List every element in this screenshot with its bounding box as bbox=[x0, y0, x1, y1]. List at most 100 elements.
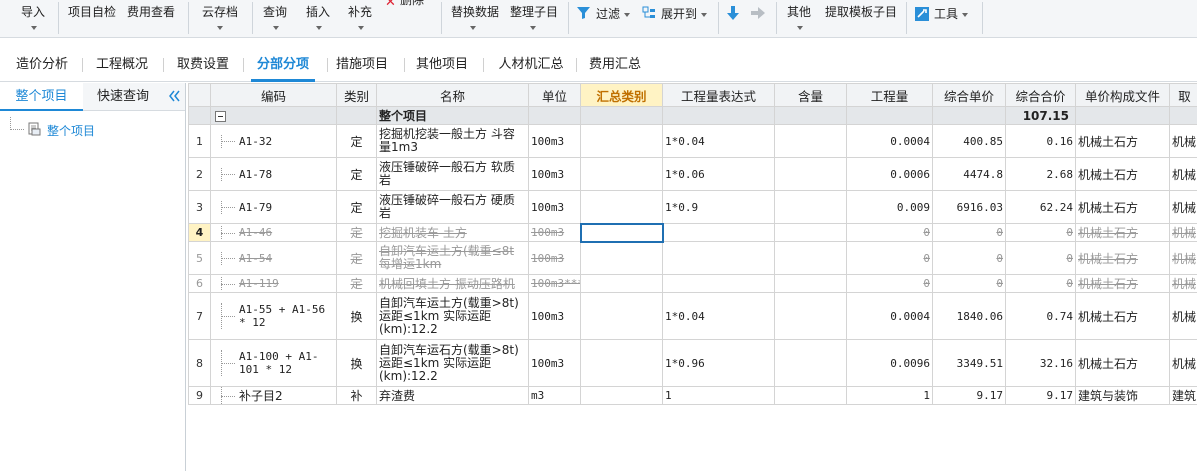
total-price-cell[interactable]: 9.17 bbox=[1005, 386, 1076, 405]
tab-fee-summary[interactable]: 费用汇总 bbox=[581, 48, 649, 82]
tab-fee-settings[interactable]: 取费设置 bbox=[169, 48, 237, 82]
fee-cell[interactable]: 机械 bbox=[1169, 223, 1197, 242]
price-file-cell[interactable]: 建筑与装饰 bbox=[1075, 386, 1170, 405]
name-cell[interactable]: 挖掘机装车 土方 bbox=[376, 223, 529, 242]
table-row-disabled[interactable]: 6 A1-119 定 机械回填土方 振动压路机 100m3*** 0 0 0 机… bbox=[188, 274, 1197, 293]
code-cell[interactable]: A1-119 bbox=[210, 274, 337, 293]
unit-price-cell[interactable]: 0 bbox=[932, 223, 1006, 242]
code-cell[interactable]: A1-32 bbox=[210, 124, 337, 158]
total-price-cell[interactable]: 0 bbox=[1005, 274, 1076, 293]
unit-cell[interactable] bbox=[528, 106, 581, 125]
content-cell[interactable] bbox=[774, 223, 847, 242]
unit-price-cell[interactable]: 400.85 bbox=[932, 124, 1006, 158]
unit-cell[interactable]: 100m3 bbox=[528, 124, 581, 158]
summary-category-cell[interactable] bbox=[580, 274, 663, 293]
quantity-cell[interactable]: 0.0004 bbox=[846, 292, 933, 340]
table-row[interactable]: 7 A1-55 + A1-56 * 12 换 自卸汽车运土方(载重>8t) 运距… bbox=[188, 292, 1197, 340]
price-file-cell[interactable]: 机械土石方 bbox=[1075, 124, 1170, 158]
price-file-cell[interactable]: 机械土石方 bbox=[1075, 274, 1170, 293]
code-cell[interactable]: A1-79 bbox=[210, 190, 337, 224]
quantity-cell[interactable]: 0.009 bbox=[846, 190, 933, 224]
expand-to-button[interactable]: 展开到 bbox=[661, 6, 708, 22]
name-cell[interactable]: 自卸汽车运土方(载重>8t) 运距≤1km 实际运距(km):12.2 bbox=[376, 292, 529, 340]
replace-data-button[interactable]: 替换数据 bbox=[451, 4, 499, 20]
expression-cell[interactable] bbox=[662, 241, 775, 275]
table-row[interactable]: 9 补子目2 补 弃渣费 m3 1 1 9.17 9.17 建筑与装饰 建筑 bbox=[188, 386, 1197, 405]
unit-price-cell[interactable]: 1840.06 bbox=[932, 292, 1006, 340]
column-header-quantity-expression[interactable]: 工程量表达式 bbox=[662, 83, 775, 107]
cloud-save-button[interactable]: 云存档 bbox=[202, 4, 238, 20]
fee-cell[interactable]: 机械 bbox=[1169, 292, 1197, 340]
price-file-cell[interactable]: 机械土石方 bbox=[1075, 157, 1170, 191]
unit-price-cell[interactable]: 0 bbox=[932, 241, 1006, 275]
code-cell[interactable]: A1-78 bbox=[210, 157, 337, 191]
type-cell[interactable]: 定 bbox=[336, 223, 377, 242]
chevron-down-icon[interactable] bbox=[470, 26, 476, 30]
expression-cell[interactable] bbox=[662, 223, 775, 242]
total-price-cell[interactable]: 62.24 bbox=[1005, 190, 1076, 224]
row-number-header[interactable] bbox=[188, 83, 211, 107]
expression-cell[interactable]: 1*0.96 bbox=[662, 339, 775, 387]
unit-cell[interactable]: m3 bbox=[528, 386, 581, 405]
name-cell[interactable]: 自卸汽车运石方(载重>8t) 运距≤1km 实际运距(km):12.2 bbox=[376, 339, 529, 387]
unit-price-cell[interactable] bbox=[932, 106, 1006, 125]
collapse-icon[interactable] bbox=[166, 87, 182, 105]
chevron-down-icon[interactable] bbox=[797, 26, 803, 30]
total-price-cell[interactable]: 107.15 bbox=[1005, 106, 1076, 125]
chevron-down-icon[interactable] bbox=[217, 26, 223, 30]
unit-cell[interactable]: 100m3 bbox=[528, 223, 581, 242]
type-cell[interactable]: 换 bbox=[336, 339, 377, 387]
delete-button[interactable]: 删除 bbox=[400, 0, 424, 8]
column-header-quantity[interactable]: 工程量 bbox=[846, 83, 933, 107]
unit-cell[interactable]: 100m3 bbox=[528, 339, 581, 387]
expression-cell[interactable]: 1*0.06 bbox=[662, 157, 775, 191]
fee-cell[interactable]: 机械 bbox=[1169, 157, 1197, 191]
content-cell[interactable] bbox=[774, 292, 847, 340]
unit-price-cell[interactable]: 0 bbox=[932, 274, 1006, 293]
name-cell[interactable]: 弃渣费 bbox=[376, 386, 529, 405]
fee-view-button[interactable]: 费用查看 bbox=[127, 4, 175, 20]
summary-category-cell[interactable] bbox=[580, 241, 663, 275]
unit-cell[interactable]: 100m3 bbox=[528, 190, 581, 224]
delete-icon[interactable]: ✕ bbox=[385, 0, 396, 9]
name-cell[interactable]: 自卸汽车运土方(载重≤8t 每增运1km bbox=[376, 241, 529, 275]
fee-cell[interactable]: 机械 bbox=[1169, 124, 1197, 158]
tab-other-items[interactable]: 其他项目 bbox=[408, 48, 476, 82]
code-cell[interactable]: A1-54 bbox=[210, 241, 337, 275]
summary-category-cell[interactable] bbox=[580, 157, 663, 191]
total-price-cell[interactable]: 0 bbox=[1005, 223, 1076, 242]
column-header-total-price[interactable]: 综合合价 bbox=[1005, 83, 1076, 107]
filter-button[interactable]: 过滤 bbox=[596, 6, 631, 22]
column-header-code[interactable]: 编码 bbox=[210, 83, 337, 107]
type-cell[interactable]: 定 bbox=[336, 190, 377, 224]
move-down-icon[interactable] bbox=[726, 5, 740, 21]
fee-cell[interactable]: 建筑 bbox=[1169, 386, 1197, 405]
column-header-fee[interactable]: 取 bbox=[1169, 83, 1197, 107]
table-row-disabled[interactable]: 5 A1-54 定 自卸汽车运土方(载重≤8t 每增运1km 100m3 0 0… bbox=[188, 241, 1197, 275]
tab-division-items[interactable]: 分部分项 bbox=[245, 48, 321, 82]
other-button[interactable]: 其他 bbox=[787, 4, 811, 20]
quantity-cell[interactable] bbox=[846, 106, 933, 125]
unit-cell[interactable]: 100m3 bbox=[528, 241, 581, 275]
content-cell[interactable] bbox=[774, 241, 847, 275]
expression-cell[interactable] bbox=[662, 274, 775, 293]
code-cell[interactable] bbox=[210, 106, 337, 125]
supplement-button[interactable]: 补充 bbox=[348, 4, 372, 20]
summary-category-cell[interactable] bbox=[580, 339, 663, 387]
chevron-down-icon[interactable] bbox=[530, 26, 536, 30]
table-row[interactable]: 1 A1-32 定 挖掘机挖装一般土方 斗容量1m3 100m3 1*0.04 … bbox=[188, 124, 1197, 158]
total-price-cell[interactable]: 0.16 bbox=[1005, 124, 1076, 158]
price-file-cell[interactable]: 机械土石方 bbox=[1075, 223, 1170, 242]
content-cell[interactable] bbox=[774, 157, 847, 191]
column-header-unit-price[interactable]: 综合单价 bbox=[932, 83, 1006, 107]
name-cell[interactable]: 液压锤破碎一般石方 软质岩 bbox=[376, 157, 529, 191]
type-cell[interactable]: 定 bbox=[336, 241, 377, 275]
extract-template-button[interactable]: 提取模板子目 bbox=[825, 4, 897, 20]
tab-project-overview[interactable]: 工程概况 bbox=[88, 48, 156, 82]
tab-measures[interactable]: 措施项目 bbox=[328, 48, 396, 82]
chevron-down-icon[interactable] bbox=[273, 26, 279, 30]
name-cell[interactable]: 整个项目 bbox=[376, 106, 529, 125]
collapse-toggle-icon[interactable] bbox=[215, 110, 226, 122]
chevron-down-icon[interactable] bbox=[316, 26, 322, 30]
type-cell[interactable]: 定 bbox=[336, 124, 377, 158]
